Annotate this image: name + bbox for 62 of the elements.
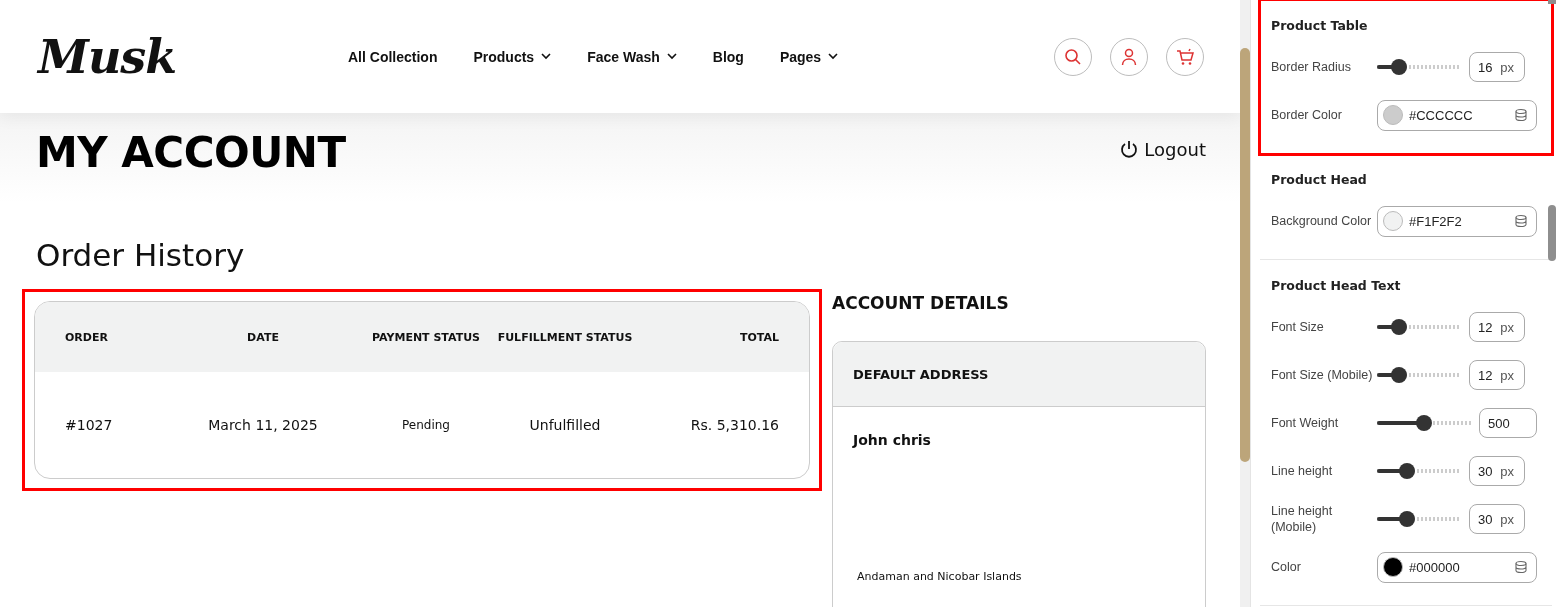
number-input[interactable]: 30 px — [1469, 456, 1525, 486]
setting-label: Border Color — [1271, 107, 1343, 123]
nav-link[interactable]: All Collection — [348, 48, 438, 65]
address-text: Andaman and Nicobar Islands — [857, 570, 1022, 584]
setting-label: Font Weight — [1271, 415, 1340, 431]
scrollbar-thumb[interactable] — [1240, 48, 1250, 462]
slider[interactable] — [1377, 415, 1471, 431]
nav-link[interactable]: Pages — [779, 48, 839, 65]
slider[interactable] — [1377, 367, 1461, 383]
setting-label: Background Color — [1271, 213, 1373, 229]
power-icon — [1120, 140, 1139, 159]
number-input[interactable]: 12 px — [1469, 360, 1525, 390]
number-input[interactable]: 500 — [1479, 408, 1537, 438]
logout-link[interactable]: Logout — [1120, 139, 1206, 160]
table-cell: March 11, 2025 — [208, 417, 318, 434]
table-cell: #1027 — [65, 417, 113, 434]
search-button[interactable] — [1054, 37, 1092, 76]
column-header: FULFILLMENT STATUS — [497, 330, 633, 344]
section-title: Product Table — [1271, 18, 1368, 33]
nav-link[interactable]: Face Wash — [587, 48, 677, 65]
section-title: Product Head — [1271, 172, 1367, 187]
nav-link[interactable]: Products — [473, 48, 552, 65]
search-icon — [1064, 47, 1082, 66]
section-title: Product Head Text — [1271, 278, 1401, 293]
setting-label: Line height (Mobile) — [1271, 503, 1334, 535]
page-title: MY ACCOUNT — [36, 131, 346, 176]
database-icon — [1514, 560, 1528, 574]
account-button[interactable] — [1110, 37, 1148, 76]
number-input[interactable]: 12 px — [1469, 312, 1525, 342]
cart-icon — [1176, 47, 1194, 66]
nav-link[interactable]: Blog — [712, 48, 744, 65]
setting-label: Line height — [1271, 463, 1334, 479]
setting-label: Font Size (Mobile) — [1271, 367, 1374, 383]
table-cell: Pending — [402, 418, 450, 433]
setting-label: Color — [1271, 559, 1302, 575]
color-input[interactable]: #CCCCCC — [1377, 99, 1537, 131]
database-icon — [1514, 108, 1528, 122]
setting-label: Border Radius — [1271, 59, 1352, 75]
slider[interactable] — [1377, 463, 1461, 479]
slider[interactable] — [1377, 59, 1461, 75]
column-header: PAYMENT STATUS — [371, 330, 481, 344]
number-input[interactable]: 30 px — [1469, 504, 1525, 534]
database-icon — [1514, 214, 1528, 228]
table-cell: Unfulfilled — [529, 417, 601, 434]
column-header: DATE — [247, 330, 279, 344]
cart-button[interactable] — [1166, 37, 1204, 76]
setting-label: Font Size — [1271, 319, 1325, 335]
customer-name: John chris — [853, 432, 931, 449]
logo[interactable]: Musk — [38, 29, 177, 84]
color-input[interactable]: #000000 — [1377, 551, 1537, 583]
section-heading: ACCOUNT DETAILS — [832, 293, 1010, 314]
scrollbar-thumb[interactable] — [1548, 205, 1556, 261]
color-input[interactable]: #F1F2F2 — [1377, 205, 1537, 237]
table-cell: Rs. 5,310.16 — [690, 417, 779, 434]
column-header: TOTAL — [739, 330, 779, 344]
slider[interactable] — [1377, 319, 1461, 335]
user-icon — [1121, 47, 1137, 66]
column-header: ORDER — [65, 330, 108, 344]
card-title: DEFAULT ADDRESS — [853, 366, 989, 382]
number-input[interactable]: 16 px — [1469, 52, 1525, 82]
section-heading: Order History — [36, 237, 246, 274]
slider[interactable] — [1377, 511, 1461, 527]
